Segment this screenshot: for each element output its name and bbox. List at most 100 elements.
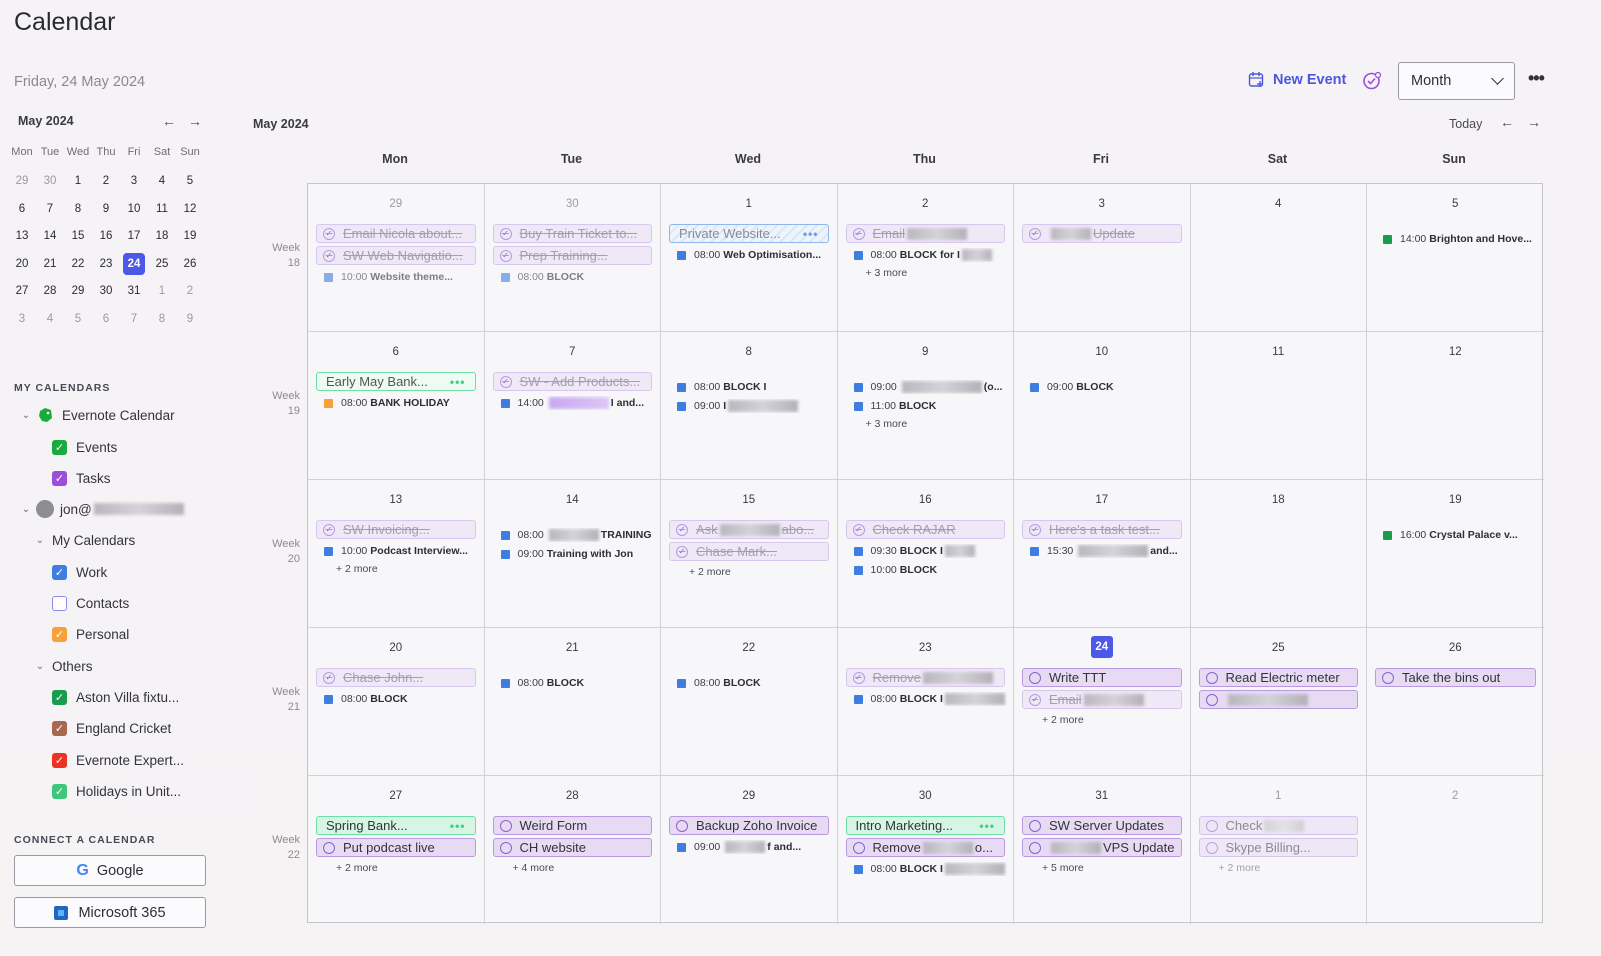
task-complete-check-icon[interactable]: ✓ [499, 249, 512, 262]
timed-event[interactable]: 09:00 Training with Jon [500, 547, 655, 561]
task-complete-check-icon[interactable]: ✓ [499, 227, 512, 240]
checkbox-checked-icon[interactable]: ✓ [52, 564, 67, 580]
day-cell[interactable]: 23 ✓ Remove 08:00 BLOCK I [837, 628, 1014, 776]
day-cell[interactable]: 13 ✓ SW Invoicing... 10:00 Podcast Interview… [308, 480, 485, 628]
day-cell[interactable]: 2 [1367, 776, 1544, 924]
view-mode-select[interactable]: Month [1398, 62, 1515, 100]
mini-day[interactable]: 8 [67, 198, 89, 220]
mini-day[interactable]: 30 [95, 280, 117, 302]
day-cell[interactable]: 1 Private Website... ••• 08:00 Web Optimisat… [661, 184, 838, 332]
mini-day[interactable]: 4 [39, 308, 61, 330]
mini-day[interactable]: 7 [123, 308, 145, 330]
prev-month-arrow-icon[interactable]: ← [1500, 114, 1514, 130]
day-cell[interactable]: 17 ✓ Here's a task test... 15:30 and... [1014, 480, 1191, 628]
all-day-event-chip[interactable]: Private Website... ••• [669, 224, 829, 243]
timed-event[interactable]: 08:00 TRAINING [500, 528, 655, 542]
chevron-down-icon[interactable]: ⌄ [20, 504, 32, 515]
checkbox-checked-icon[interactable]: ✓ [52, 752, 67, 768]
more-events-link[interactable]: + 3 more [866, 418, 908, 430]
day-cell[interactable]: 31 SW Server Updates VPS Update + 5 more [1014, 776, 1191, 924]
task-complete-check-icon[interactable]: ✓ [1029, 227, 1041, 240]
mini-day[interactable]: 8 [151, 308, 173, 330]
task-chip[interactable]: ✓ SW Invoicing... [316, 520, 476, 539]
timed-event[interactable]: 08:00 BANK HOLIDAY [324, 396, 478, 410]
more-events-link[interactable]: + 2 more [689, 566, 731, 578]
more-events-link[interactable]: + 5 more [1042, 862, 1084, 874]
timed-event[interactable]: 09:00 BLOCK [1030, 380, 1184, 394]
mini-day-selected[interactable]: 24 [123, 252, 145, 275]
mini-day[interactable]: 17 [123, 225, 145, 247]
day-cell[interactable]: 30 ✓ Buy Train Ticket to... ✓ Prep Training.… [484, 184, 661, 332]
mini-day[interactable]: 2 [179, 280, 201, 302]
mini-prev-month-arrow-icon[interactable]: ← [156, 113, 182, 129]
more-dots-icon[interactable]: ••• [450, 375, 466, 389]
calendar-toggle-england-cricket[interactable]: ✓ England Cricket [52, 718, 171, 738]
task-circle-icon[interactable] [499, 819, 512, 832]
task-chip[interactable]: ✓ SW - Add Products... [492, 372, 652, 391]
day-cell[interactable]: 5 14:00 Brighton and Hove... [1367, 184, 1544, 332]
task-chip[interactable]: Weird Form [492, 816, 652, 835]
timed-event[interactable]: 16:00 Crystal Palace v... [1383, 528, 1538, 542]
day-cell[interactable]: 22 08:00 BLOCK [661, 628, 838, 776]
task-chip[interactable]: ✓ Chase John... [316, 668, 476, 687]
mini-day[interactable]: 6 [11, 198, 33, 220]
connect-microsoft-button[interactable]: Microsoft 365 [14, 897, 206, 928]
task-chip[interactable]: ✓ Email [845, 224, 1005, 243]
more-dots-icon[interactable]: ••• [803, 227, 819, 241]
mini-day[interactable]: 9 [179, 308, 201, 330]
timed-event[interactable]: 08:00 BLOCK I [677, 380, 831, 394]
checkbox-checked-icon[interactable]: ✓ [52, 626, 67, 642]
timed-event[interactable]: 09:00 f and... [677, 840, 831, 854]
calendar-toggle-aston-villa[interactable]: ✓ Aston Villa fixtu... [52, 687, 179, 707]
evernote-calendar-group[interactable]: ⌄ Evernote Calendar [20, 405, 175, 425]
task-chip[interactable] [1198, 690, 1358, 709]
task-chip[interactable]: Skype Billing... [1198, 838, 1358, 857]
mini-day[interactable]: 25 [151, 253, 173, 275]
task-chip[interactable]: ✓ Check RAJAR [845, 520, 1005, 539]
more-events-link[interactable]: + 2 more [1042, 714, 1084, 726]
task-circle-icon[interactable] [1029, 819, 1041, 832]
my-calendars-group[interactable]: ⌄ My Calendars [34, 530, 135, 550]
task-complete-check-icon[interactable]: ✓ [676, 523, 688, 536]
chevron-down-icon[interactable]: ⌄ [34, 661, 46, 672]
mini-day[interactable]: 14 [39, 225, 61, 247]
chevron-down-icon[interactable]: ⌄ [20, 410, 32, 421]
mini-day[interactable]: 7 [39, 198, 61, 220]
day-cell[interactable]: 11 [1190, 332, 1367, 480]
task-complete-check-icon[interactable]: ✓ [323, 227, 335, 240]
task-circle-icon[interactable] [852, 841, 865, 854]
task-circle-icon[interactable] [1205, 693, 1218, 706]
task-complete-check-icon[interactable]: ✓ [323, 249, 335, 262]
mini-day[interactable]: 2 [95, 170, 117, 192]
task-chip[interactable]: ✓ Email [1022, 690, 1182, 709]
checkbox-empty-icon[interactable] [52, 595, 67, 611]
calendar-toggle-holidays[interactable]: ✓ Holidays in Unit... [52, 781, 181, 801]
mini-day[interactable]: 1 [67, 170, 89, 192]
calendar-toggle-contacts[interactable]: Contacts [52, 593, 129, 613]
mini-day[interactable]: 11 [151, 198, 173, 220]
mini-day[interactable]: 4 [151, 170, 173, 192]
task-chip[interactable]: CH website [492, 838, 652, 857]
task-chip[interactable]: Check [1198, 816, 1358, 835]
task-chip[interactable]: ✓ Email Nicola about... [316, 224, 476, 243]
task-complete-check-icon[interactable]: ✓ [852, 523, 865, 536]
task-chip[interactable]: Write TTT [1022, 668, 1182, 687]
timed-event[interactable]: 09:00 I [677, 399, 831, 413]
task-chip[interactable]: Read Electric meter [1198, 668, 1358, 687]
mini-day[interactable]: 3 [11, 308, 33, 330]
mini-day[interactable]: 27 [11, 280, 33, 302]
timed-event[interactable]: 08:00 BLOCK for I [853, 248, 1008, 262]
day-cell[interactable]: 29 Backup Zoho Invoice 09:00 f and... [661, 776, 838, 924]
timed-event[interactable]: 14:00 Brighton and Hove... [1383, 232, 1538, 246]
mini-day[interactable]: 5 [67, 308, 89, 330]
day-cell[interactable]: 28 Weird Form CH website + 4 more [485, 776, 661, 924]
timed-event[interactable]: 09:30 BLOCK I [853, 544, 1008, 558]
mini-day[interactable]: 12 [179, 198, 201, 220]
mini-day[interactable]: 29 [67, 280, 89, 302]
day-cell[interactable]: 27 Spring Bank... ••• Put podcast live + 2 m… [308, 776, 485, 924]
day-cell[interactable]: 25 Read Electric meter [1190, 628, 1367, 776]
task-circle-icon[interactable] [1205, 819, 1218, 832]
task-circle-icon[interactable] [676, 819, 688, 832]
timed-event[interactable]: 08:00 Web Optimisation... [677, 248, 831, 262]
day-cell[interactable]: 3 ✓ Update [1014, 184, 1191, 332]
